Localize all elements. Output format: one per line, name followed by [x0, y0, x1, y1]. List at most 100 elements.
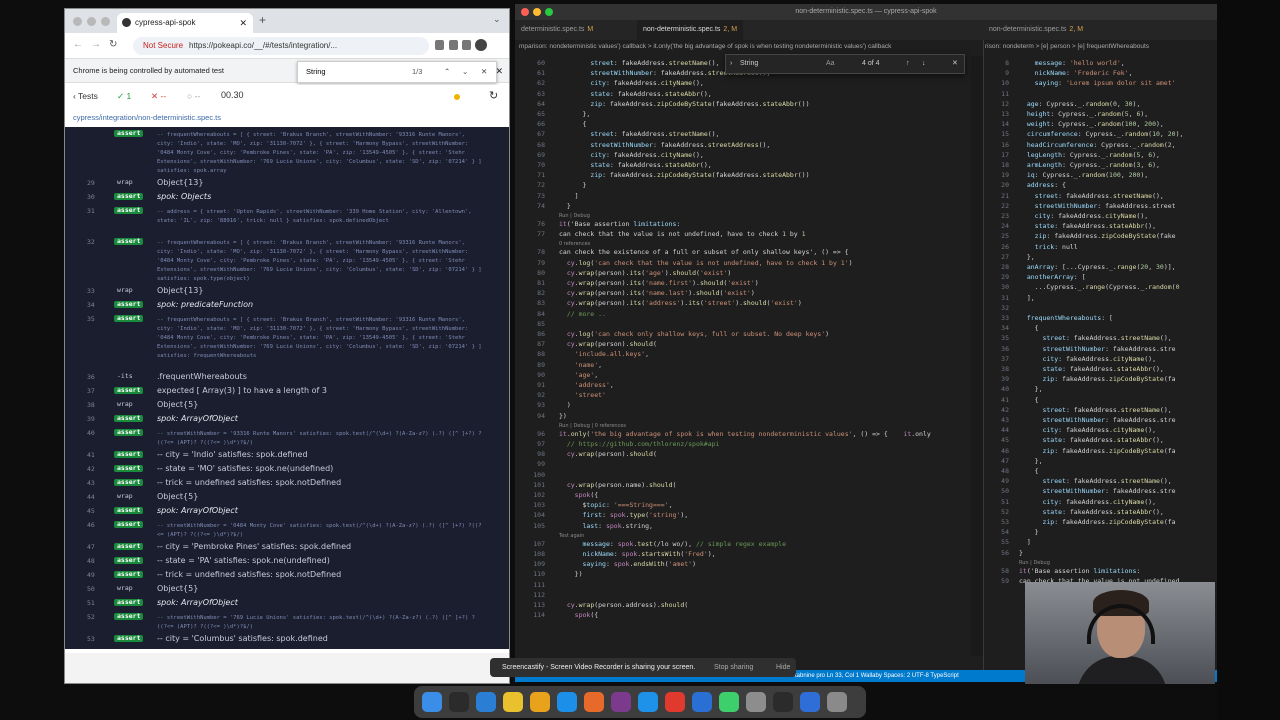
- dock-chrome-dev-icon[interactable]: [800, 692, 820, 712]
- code-text: }): [559, 411, 567, 420]
- extension-icon[interactable]: [435, 40, 444, 50]
- command-message: spok: predicateFunction: [157, 300, 254, 309]
- code-text: zip: fakeAddress.zipCodeByState(fa: [1042, 518, 1176, 526]
- dock-settings-icon[interactable]: [746, 692, 766, 712]
- editor-tab-deterministic[interactable]: deterministic.spec.ts M: [515, 20, 599, 40]
- code-text: 'include.all.keys',: [574, 350, 650, 359]
- auto-scroll-indicator-icon[interactable]: [454, 94, 460, 100]
- line-number: 112: [533, 590, 545, 599]
- browser-tab[interactable]: cypress-api-spok ✕: [117, 13, 253, 33]
- code-text: cy.log('can check only shallow keys, ful…: [566, 330, 830, 338]
- code-text: armLength: Cypress._.random(3, 6),: [1026, 161, 1160, 169]
- find-close-icon[interactable]: ✕: [481, 62, 487, 82]
- dock-chrome-canary-icon[interactable]: [530, 692, 550, 712]
- code-text: first: spok.type('string'),: [582, 511, 689, 520]
- command-message: -- city = 'Pembroke Pines' satisfies: sp…: [157, 542, 352, 551]
- dock-chrome-icon[interactable]: [503, 692, 523, 712]
- find-next-icon[interactable]: ⌄: [462, 62, 468, 82]
- find-toggle-icon[interactable]: ›: [730, 55, 732, 73]
- dock-terminal-icon[interactable]: [449, 692, 469, 712]
- back-arrow-icon[interactable]: ←: [73, 39, 83, 50]
- code-pane-left[interactable]: 60 street: fakeAddress.streetName(), 61 s…: [515, 56, 971, 676]
- match-case-icon[interactable]: Aa: [826, 55, 835, 73]
- command-badge: assert: [114, 599, 144, 606]
- find-input[interactable]: String: [306, 62, 326, 82]
- aut-scroll-area: [65, 653, 509, 683]
- code-text: zip: fakeAddress.zipCodeByState(fake: [1034, 232, 1176, 241]
- line-number: 49: [1001, 477, 1009, 486]
- command-log: assert -- frequentWhereabouts = [ { stree…: [65, 127, 509, 649]
- editor-tab-non-deterministic-split[interactable]: non-deterministic.spec.ts 2, M: [983, 20, 1089, 40]
- find-next-match-icon[interactable]: ↓: [922, 55, 926, 73]
- address-bar-row: ← → ↻ Not Secure https://pokeapi.co/__/#/…: [65, 33, 509, 59]
- dock-slack-icon[interactable]: [611, 692, 631, 712]
- line-number: 15: [1001, 130, 1009, 139]
- code-text: saying: spok.endsWith('amet'): [582, 560, 697, 569]
- reload-icon[interactable]: ↻: [109, 39, 117, 50]
- dock-finder-icon[interactable]: [422, 692, 442, 712]
- forward-arrow-icon[interactable]: →: [91, 39, 101, 50]
- dock-cypress-icon[interactable]: [773, 692, 793, 712]
- code-text: streetWithNumber: fakeAddress.stre: [1042, 344, 1176, 353]
- line-number: 44: [1001, 426, 1009, 435]
- close-tab-icon[interactable]: ✕: [239, 13, 247, 33]
- command-badge: assert: [114, 613, 144, 620]
- dock-firefox-icon[interactable]: [584, 692, 604, 712]
- stop-sharing-button[interactable]: Stop sharing: [714, 658, 753, 677]
- breadcrumb-left[interactable]: mparison: nondeterministic values') call…: [519, 40, 891, 54]
- command-badge: wrap: [117, 492, 133, 500]
- find-prev-match-icon[interactable]: ↑: [906, 55, 910, 73]
- rerun-tests-icon[interactable]: ↻: [489, 89, 498, 102]
- editor-close-button[interactable]: [521, 8, 529, 16]
- split-divider[interactable]: [983, 40, 984, 680]
- spec-path[interactable]: cypress/integration/non-deterministic.sp…: [73, 113, 221, 122]
- zoom-icon[interactable]: [449, 40, 458, 50]
- command-badge: assert: [114, 543, 144, 550]
- line-number: 85: [537, 319, 545, 328]
- command-number: 38: [87, 401, 95, 409]
- line-number: 98: [537, 450, 545, 459]
- editor-tab-non-deterministic[interactable]: non-deterministic.spec.ts 2, M: [637, 20, 744, 40]
- line-number: 82: [537, 289, 545, 298]
- editor-find-input[interactable]: String: [740, 55, 758, 73]
- code-text: can check that the value is not undefine…: [559, 230, 806, 239]
- line-number: 73: [537, 191, 545, 200]
- hide-share-bar-button[interactable]: Hide: [776, 658, 790, 677]
- dock-trash-icon[interactable]: [827, 692, 847, 712]
- dock-docker-icon[interactable]: [638, 692, 658, 712]
- line-number: 86: [537, 330, 545, 338]
- profile-avatar[interactable]: [475, 39, 487, 51]
- editor-zoom-button[interactable]: [545, 8, 553, 16]
- command-badge: assert: [114, 207, 144, 214]
- line-number: 13: [1001, 110, 1009, 118]
- breadcrumb-right[interactable]: rison: nondeterm > [e] person > [e] freq…: [981, 40, 1150, 54]
- url-field[interactable]: Not Secure https://pokeapi.co/__/#/tests/…: [133, 37, 429, 55]
- command-number: 49: [87, 571, 95, 579]
- code-text: anotherArray: [: [1026, 273, 1086, 282]
- dock-youtube-icon[interactable]: [665, 692, 685, 712]
- command-badge: assert: [114, 521, 144, 528]
- tab-modified-badge: 2, M: [723, 26, 738, 33]
- tab-search-icon[interactable]: ⌄: [493, 14, 501, 25]
- window-close-button[interactable]: [73, 17, 82, 26]
- minimap[interactable]: [971, 56, 983, 656]
- code-text: street: fakeAddress.streetName(),: [1042, 405, 1172, 414]
- puzzle-icon[interactable]: [462, 40, 471, 50]
- find-prev-icon[interactable]: ⌃: [444, 62, 450, 82]
- command-number: 30: [87, 193, 95, 201]
- find-close-icon[interactable]: ✕: [952, 55, 958, 73]
- editor-minimize-button[interactable]: [533, 8, 541, 16]
- line-number: 45: [1001, 436, 1009, 445]
- dock-safari-icon[interactable]: [557, 692, 577, 712]
- dock-xcode-icon[interactable]: [692, 692, 712, 712]
- window-minimize-button[interactable]: [87, 17, 96, 26]
- command-badge: assert: [114, 193, 144, 200]
- line-number: 14: [1001, 120, 1009, 129]
- dock-android-studio-icon[interactable]: [719, 692, 739, 712]
- dock-vscode-icon[interactable]: [476, 692, 496, 712]
- status-items[interactable]: tabnine pro Ln 33, Col 1 Wallaby Spaces:…: [795, 670, 959, 682]
- tests-back-link[interactable]: ‹ Tests: [73, 91, 98, 101]
- window-zoom-button[interactable]: [101, 17, 110, 26]
- line-number: 25: [1001, 232, 1009, 241]
- new-tab-button[interactable]: +: [259, 13, 266, 27]
